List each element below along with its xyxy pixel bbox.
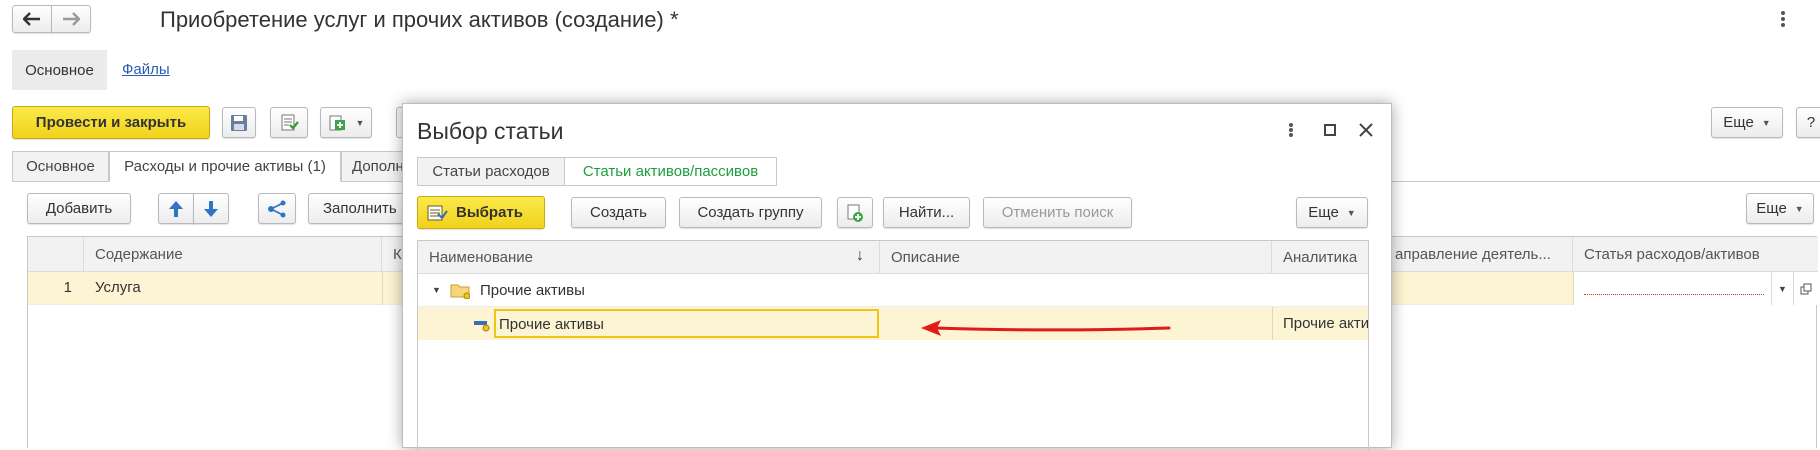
item-name-cell[interactable]: Прочие активы — [494, 309, 879, 338]
row-content: Услуга — [95, 279, 141, 296]
forward-button[interactable] — [51, 5, 91, 33]
group-name: Прочие активы — [480, 282, 585, 299]
items-list: Наименование ↓ Описание Аналитика ▼ Проч… — [417, 240, 1369, 450]
annotation-arrow — [921, 320, 1171, 336]
close-icon[interactable] — [1358, 122, 1374, 138]
tab-main[interactable]: Основное — [12, 151, 109, 182]
expand-icon[interactable]: ▼ — [432, 285, 441, 295]
arrow-up-icon — [169, 200, 183, 217]
share-icon — [268, 200, 286, 217]
tab-expenses[interactable]: Расходы и прочие активы (1) — [109, 151, 341, 182]
page-title: Приобретение услуг и прочих активов (соз… — [160, 7, 679, 32]
column-activity-direction[interactable]: аправление деятель... — [1393, 237, 1573, 272]
nav-tab-main-label: Основное — [25, 61, 94, 79]
create-group-button[interactable]: Создать группу — [679, 197, 822, 228]
item-name: Прочие активы — [499, 316, 604, 333]
arrow-right-icon — [63, 12, 80, 26]
dialog-title: Выбор статьи — [417, 118, 564, 144]
fill-button[interactable]: Заполнить — [308, 193, 408, 224]
dialog-menu-icon[interactable] — [1288, 122, 1294, 140]
document-green-icon — [329, 115, 345, 130]
more-button-dialog[interactable]: Еще ▼ — [1296, 197, 1368, 228]
chevron-down-icon: ▼ — [1794, 203, 1804, 214]
more-button-table[interactable]: Еще ▼ — [1746, 193, 1814, 224]
required-underline — [1584, 294, 1764, 295]
sort-arrow-icon: ↓ — [856, 247, 864, 264]
row-number: 1 — [63, 279, 72, 296]
open-window-icon — [1800, 283, 1812, 294]
arrow-left-icon — [23, 12, 40, 26]
more-button-top[interactable]: Еще ▼ — [1711, 107, 1783, 138]
field-dropdown-button[interactable]: ▼ — [1771, 272, 1793, 305]
column-expense-item[interactable]: Статья расходов/активов — [1573, 237, 1818, 272]
column-name[interactable]: Наименование — [418, 241, 880, 274]
select-label: Выбрать — [456, 204, 523, 221]
expense-item-field[interactable] — [1573, 272, 1771, 305]
arrow-down-icon — [204, 200, 218, 217]
find-button[interactable]: Найти... — [883, 197, 970, 228]
create-based-on-button[interactable]: ▼ — [320, 107, 372, 138]
chevron-down-icon: ▼ — [1761, 117, 1771, 128]
select-button[interactable]: Выбрать — [417, 196, 545, 229]
add-copy-icon — [847, 204, 863, 222]
folder-icon — [450, 284, 470, 299]
nav-tab-files[interactable]: Файлы — [122, 61, 170, 78]
field-open-button[interactable] — [1793, 272, 1818, 305]
add-button[interactable]: Добавить — [27, 193, 131, 224]
dialog-tab-assets[interactable]: Статьи активов/пассивов — [564, 157, 777, 186]
cancel-search-button[interactable]: Отменить поиск — [983, 197, 1132, 228]
more-dialog-label: Еще — [1308, 204, 1339, 221]
save-button[interactable] — [222, 107, 256, 138]
tab-additional[interactable]: Дополн — [341, 151, 406, 182]
maximize-icon[interactable] — [1324, 124, 1336, 136]
list-item-selected[interactable]: Прочие активы Прочие акти — [418, 307, 1369, 340]
move-up-button[interactable] — [158, 193, 194, 224]
select-item-dialog: Выбор статьи Статьи расходов Статьи акти… — [402, 103, 1392, 450]
create-button[interactable]: Создать — [571, 197, 666, 228]
post-and-close-button[interactable]: Провести и закрыть — [12, 106, 210, 139]
back-button[interactable] — [12, 5, 52, 33]
copy-button[interactable] — [837, 197, 873, 228]
column-name-label: Наименование — [429, 249, 533, 266]
column-number — [28, 237, 84, 272]
item-analytics: Прочие акти — [1283, 315, 1369, 332]
move-down-button[interactable] — [193, 193, 229, 224]
item-icon — [474, 321, 490, 332]
column-divider — [1272, 307, 1273, 340]
nav-tab-main[interactable]: Основное — [12, 50, 107, 90]
select-list-icon — [427, 205, 448, 220]
help-button[interactable]: ? — [1796, 107, 1820, 138]
chevron-down-icon: ▼ — [355, 117, 365, 128]
column-content[interactable]: Содержание — [84, 237, 382, 272]
dialog-tab-expenses[interactable]: Статьи расходов — [417, 157, 565, 186]
column-description[interactable]: Описание — [880, 241, 1272, 274]
list-item-group[interactable]: ▼ Прочие активы — [418, 274, 1368, 307]
column-divider — [382, 272, 383, 305]
chevron-down-icon: ▼ — [1346, 207, 1356, 218]
distribute-button[interactable] — [258, 193, 296, 224]
post-button[interactable] — [270, 107, 308, 138]
chevron-down-icon: ▼ — [1778, 283, 1787, 294]
post-document-icon — [281, 114, 299, 130]
more-table-label: Еще — [1756, 200, 1787, 217]
save-icon — [231, 114, 247, 131]
column-analytics[interactable]: Аналитика — [1272, 241, 1368, 274]
list-header: Наименование ↓ Описание Аналитика — [418, 241, 1368, 274]
more-label: Еще — [1723, 114, 1754, 131]
window-menu-icon[interactable] — [1780, 10, 1786, 30]
